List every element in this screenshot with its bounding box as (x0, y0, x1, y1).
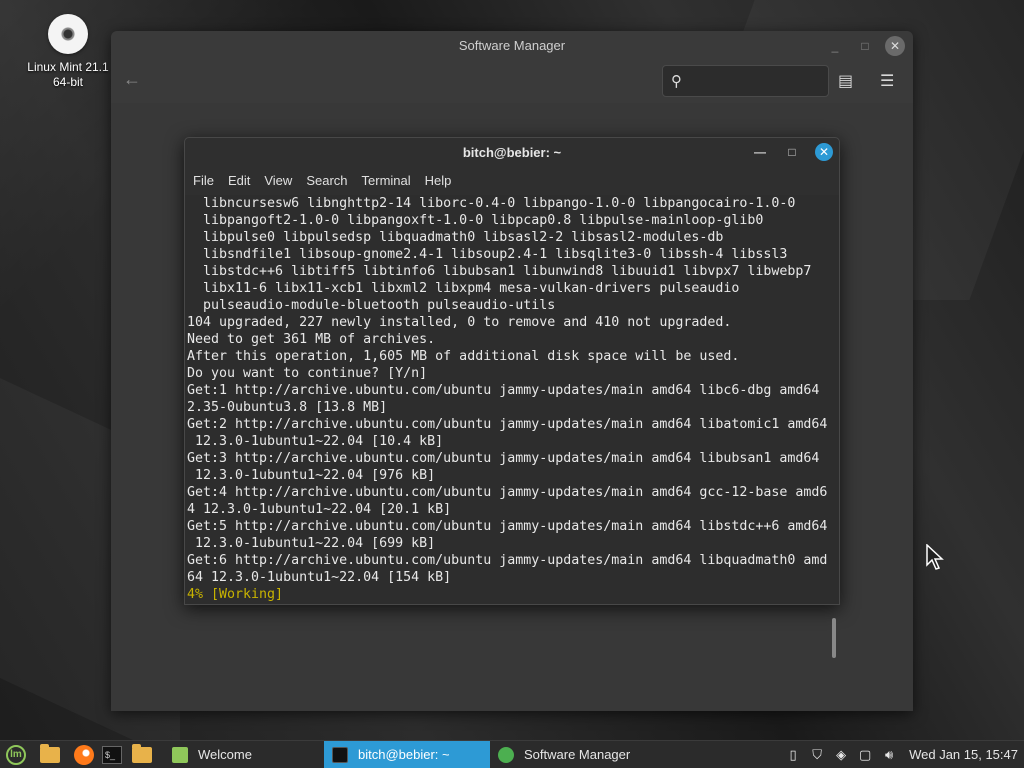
back-arrow-icon[interactable]: ← (123, 69, 141, 90)
terminal-line: 12.3.0-1ubuntu1~22.04 [10.4 kB] (187, 434, 444, 449)
task-welcome[interactable]: Welcome (164, 741, 324, 768)
search-input[interactable]: ⚲ (662, 65, 829, 97)
folder-icon (132, 743, 152, 763)
task-label: Software Manager (524, 747, 631, 762)
terminal-menubar: File Edit View Search Terminal Help (185, 168, 839, 194)
terminal-title: bitch@bebier: ~ (462, 145, 562, 160)
terminal-window: bitch@bebier: ~ — □ ✕ File Edit View Sea… (184, 137, 840, 658)
hamburger-menu-icon[interactable]: ☰ (880, 71, 894, 91)
terminal-line: 4 12.3.0-1ubuntu1~22.04 [20.1 kB] (187, 502, 452, 517)
launcher-files[interactable] (38, 743, 62, 767)
software-manager-icon (498, 746, 514, 763)
firefox-icon (74, 744, 94, 765)
terminal-line: Get:2 http://archive.ubuntu.com/ubuntu j… (187, 417, 828, 432)
welcome-icon (172, 746, 188, 763)
launcher-terminal[interactable]: $_ (100, 743, 124, 767)
linux-mint-logo-icon: lm (6, 744, 26, 765)
launcher-file-manager[interactable] (130, 743, 154, 767)
installed-list-icon[interactable]: ▤ (838, 71, 853, 91)
removable-drive-icon[interactable]: ▢ (857, 747, 873, 763)
terminal-line: libsndfile1 libsoup-gnome2.4-1 libsoup2.… (187, 247, 788, 262)
terminal-icon (332, 746, 348, 763)
terminal-scrollbar[interactable] (832, 618, 836, 658)
software-manager-toolbar: ← ⚲ ▤ ☰ (111, 61, 913, 101)
terminal-line: libncursesw6 libnghttp2-14 liborc-0.4-0 … (187, 196, 796, 211)
terminal-line: libx11-6 libx11-xcb1 libxml2 libxpm4 mes… (187, 281, 740, 296)
desktop-icon-linux-mint-disc[interactable]: Linux Mint 21.1 64-bit (18, 12, 118, 90)
disc-icon (48, 14, 88, 54)
task-terminal[interactable]: bitch@bebier: ~ (324, 740, 490, 768)
terminal-maximize-button[interactable]: □ (783, 143, 801, 161)
search-icon: ⚲ (671, 73, 682, 90)
menu-terminal[interactable]: Terminal (362, 168, 419, 194)
terminal-line: 104 upgraded, 227 newly installed, 0 to … (187, 315, 732, 330)
terminal-line: 12.3.0-1ubuntu1~22.04 [699 kB] (187, 536, 436, 551)
terminal-line: 2.35-0ubuntu3.8 [13.8 MB] (187, 400, 388, 415)
clock[interactable]: Wed Jan 15, 15:47 (909, 747, 1018, 762)
terminal-line: Get:4 http://archive.ubuntu.com/ubuntu j… (187, 485, 828, 500)
system-tray: ▯ ⛉ ◈ ▢ 🔊︎ Wed Jan 15, 15:47 (785, 747, 1024, 763)
menu-search[interactable]: Search (306, 168, 355, 194)
terminal-line: 12.3.0-1ubuntu1~22.04 [976 kB] (187, 468, 436, 483)
terminal-line: 64 12.3.0-1ubuntu1~22.04 [154 kB] (187, 570, 452, 585)
menu-file[interactable]: File (193, 168, 222, 194)
terminal-line: Do you want to continue? [Y/n] (187, 366, 428, 381)
mouse-pointer-icon (926, 544, 944, 570)
folder-icon (40, 743, 60, 763)
terminal-line: pulseaudio-module-bluetooth pulseaudio-u… (187, 298, 556, 313)
terminal-close-button[interactable]: ✕ (815, 143, 833, 161)
terminal-line: Get:1 http://archive.ubuntu.com/ubuntu j… (187, 383, 820, 398)
terminal-minimize-button[interactable]: — (751, 143, 769, 161)
terminal-output[interactable]: libncursesw6 libnghttp2-14 liborc-0.4-0 … (185, 195, 839, 658)
task-software-manager[interactable]: Software Manager (490, 741, 660, 768)
terminal-icon: $_ (102, 745, 122, 764)
clipboard-icon[interactable]: ▯ (785, 747, 801, 763)
terminal-line: Get:5 http://archive.ubuntu.com/ubuntu j… (187, 519, 828, 534)
terminal-line: libpulse0 libpulsedsp libquadmath0 libsa… (187, 230, 724, 245)
network-icon[interactable]: ◈ (833, 747, 849, 763)
taskbar: lm $_ Welcome bitch@bebier: ~ Software M… (0, 740, 1024, 768)
mint-menu-button[interactable]: lm (4, 743, 28, 767)
terminal-line: Need to get 361 MB of archives. (187, 332, 436, 347)
desktop-icon-label-line2: 64-bit (52, 75, 84, 89)
software-manager-title: Software Manager (458, 38, 566, 53)
menu-edit[interactable]: Edit (228, 168, 258, 194)
terminal-titlebar[interactable]: bitch@bebier: ~ — □ ✕ (185, 138, 839, 168)
software-manager-titlebar[interactable]: Software Manager _ □ ✕ (111, 31, 913, 61)
menu-help[interactable]: Help (425, 168, 460, 194)
terminal-line: Get:3 http://archive.ubuntu.com/ubuntu j… (187, 451, 820, 466)
terminal-progress-line: 4% [Working] (187, 587, 284, 602)
task-label: Welcome (198, 747, 252, 762)
terminal-line: libstdc++6 libtiff5 libtinfo6 libubsan1 … (187, 264, 812, 279)
desktop-icon-label-line1: Linux Mint 21.1 (27, 60, 109, 74)
launcher-firefox[interactable] (72, 743, 96, 767)
task-label: bitch@bebier: ~ (358, 747, 450, 762)
minimize-button[interactable]: _ (825, 36, 845, 56)
terminal-line: Get:6 http://archive.ubuntu.com/ubuntu j… (187, 553, 828, 568)
terminal-line: libpangoft2-1.0-0 libpangoxft-1.0-0 libp… (187, 213, 764, 228)
menu-view[interactable]: View (264, 168, 300, 194)
volume-icon[interactable]: 🔊︎ (881, 747, 897, 763)
maximize-button[interactable]: □ (855, 36, 875, 56)
close-button[interactable]: ✕ (885, 36, 905, 56)
shield-icon[interactable]: ⛉ (809, 747, 825, 763)
terminal-line: After this operation, 1,605 MB of additi… (187, 349, 740, 364)
